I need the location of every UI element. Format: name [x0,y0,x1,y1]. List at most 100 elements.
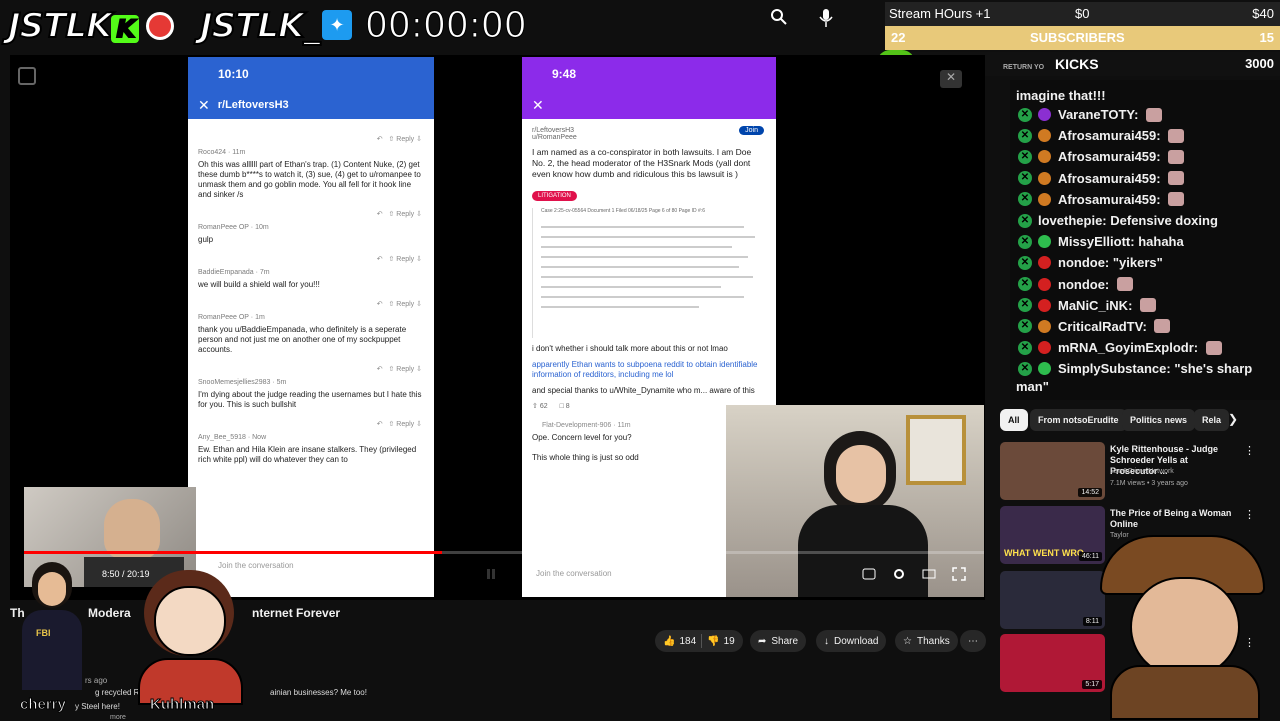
comment-text: gulp [198,235,214,244]
badge-icon [1038,256,1051,270]
record-icon [146,12,174,40]
thanks-button[interactable]: ☆ Thanks [895,630,958,652]
person-silhouette [104,499,160,559]
chat-message: ✕ MaNiC_iNK: [1010,295,1280,316]
comment-text: I'm dying about the judge reading the us… [198,390,422,409]
thanks-icon: ☆ [903,635,912,647]
comment-actions: ↶ ⇧ Reply ⇩ [376,421,422,428]
chat-username: mRNA_GoyimExplodr: [1058,340,1199,356]
brand-logo-right: JSTLK_ [199,5,321,47]
goal-label: Stream HOurs +1 [889,6,991,21]
phone1-join-conversation: Join the conversation [218,561,294,570]
search-button[interactable] [770,8,804,30]
fullscreen-button[interactable] [952,567,966,581]
chat-text: "she's sharp [1174,361,1253,377]
more-icon[interactable]: ⋮ [1244,444,1255,457]
fullscreen-icon [952,567,966,581]
chat-username: MaNiC_iNK: [1058,297,1133,313]
fbi-agent-avatar: FBI [14,560,89,700]
phone2-para: and special thanks to u/White_Dynamite w… [532,386,755,395]
close-icon: ✕ [198,96,210,113]
avatar-body [22,610,82,690]
badge-icon [1038,192,1051,206]
chat-line-wrap: man" [1016,379,1049,395]
picture-frame [906,415,966,485]
comment-meta: Any_Bee_5918 · Now [198,434,267,441]
badge-icon [1038,298,1051,312]
avatar-face [38,572,66,606]
dislike-button[interactable]: 👎 19 [707,636,735,647]
video-duration: 14:52 [1078,488,1102,497]
chat-message: ✕ VaranеTOTY: [1010,104,1280,125]
twitter-icon: ✦ [322,10,352,40]
phone2-clock: 9:48 [552,67,577,81]
emote-icon [1168,171,1185,186]
emote-icon [1168,192,1185,207]
badge-icon [1038,235,1051,249]
captions-button[interactable] [862,567,876,581]
theater-mode-button[interactable] [922,567,936,581]
seek-bar-played [24,551,442,554]
badge-icon [1038,171,1051,185]
filter-chip[interactable]: Rela [1194,409,1230,431]
goal-subscribers: 22 SUBSCRIBERS 15 [885,26,1280,50]
comment-text: thank you u/BaddieEmpanada, who definite… [198,325,407,354]
chat-username: lovethepie: [1038,213,1107,229]
check-icon: ✕ [1018,128,1032,143]
reddit-comment: ↶ ⇧ Reply ⇩ Any_Bee_5918 · Now Ew. Ethan a… [188,420,434,465]
like-button[interactable]: 👍 184 [663,636,696,647]
phone-screenshot-1: 10:10 ✕ r/LeftoversH3 ↶ ⇧ Reply ⇩ Roco424… [188,57,434,597]
comment-actions: ↶ ⇧ Reply ⇩ [376,366,422,373]
settings-button[interactable] [892,567,906,581]
description-line: ainian businesses? Me too! [270,688,367,697]
brand-logo-left: JSTLK K [7,5,140,47]
chat-username: nondoe: [1058,255,1110,271]
emote-icon [1116,277,1133,292]
share-button[interactable]: ➦ Share [750,630,807,652]
chat-username: Afrosamurai459: [1058,128,1161,144]
subs-label: SUBSCRIBERS [1030,30,1125,45]
chat-message: ✕ nondoe: [1010,274,1280,295]
check-icon: ✕ [1018,361,1032,376]
filter-chip[interactable]: All [1000,409,1028,431]
video-player[interactable]: 10:10 ✕ r/LeftoversH3 ↶ ⇧ Reply ⇩ Roco424… [10,55,985,600]
filter-chip[interactable]: From notsoErudite [1030,409,1127,431]
video-thumbnail[interactable]: 14:52 [1000,442,1105,500]
emote-icon [1168,149,1185,164]
phone2-nav: ✕ [522,91,776,119]
chat-message: ✕ mRNA_GoyimExplodr: [1010,337,1280,358]
reddit-comment: ↶ ⇧ Reply ⇩ Roco424 · 11m Oh this was alll… [188,135,434,200]
voice-search-button[interactable] [818,8,840,30]
pause-button[interactable] [485,567,499,581]
seek-bar[interactable] [24,551,984,554]
more-actions-button[interactable]: ⋯ [960,630,986,652]
emote-icon [1205,340,1222,355]
chat-username: Afrosamurai459: [1058,191,1161,207]
phone2-join-conversation: Join the conversation [536,569,612,578]
comment-text: Ew. Ethan and Hila Klein are insane stal… [198,445,417,464]
phone2-flair: LITIGATION [522,180,776,206]
thumbs-up-icon: 👍 [663,635,676,647]
like-dislike-group: 👍 184 👎 19 [655,630,743,652]
more-icon: ⋯ [968,635,978,647]
chat-text: "yikers" [1112,255,1163,271]
microphone-icon [819,9,833,27]
miniplayer-icon[interactable] [18,67,36,85]
chat-username: Afrosamurai459: [1058,149,1161,165]
join-button: Join [739,126,764,135]
share-icon: ➦ [758,635,767,647]
goal-target: $40 [1252,6,1274,21]
badge-icon [1038,129,1051,143]
avatar-face [154,586,226,656]
close-overlay-button[interactable]: ✕ [940,70,962,88]
gear-icon [894,569,904,579]
court-document-excerpt: Case 2:25-cv-05564 Document 1 Filed 06/1… [532,208,766,338]
comment-actions: ↶ ⇧ Reply ⇩ [376,136,422,143]
download-button[interactable]: ↓ Download [816,630,887,652]
chevron-right-icon[interactable]: ❯ [1228,412,1238,426]
filter-chip[interactable]: Politics news [1122,409,1196,431]
cartoon-avatar [130,570,250,705]
subs-current: 22 [891,30,906,45]
channel-name[interactable]: Law&Crime Network [1110,468,1174,475]
related-video[interactable]: 14:52 Kyle Rittenhouse - Judge Schroeder … [1000,442,1255,500]
